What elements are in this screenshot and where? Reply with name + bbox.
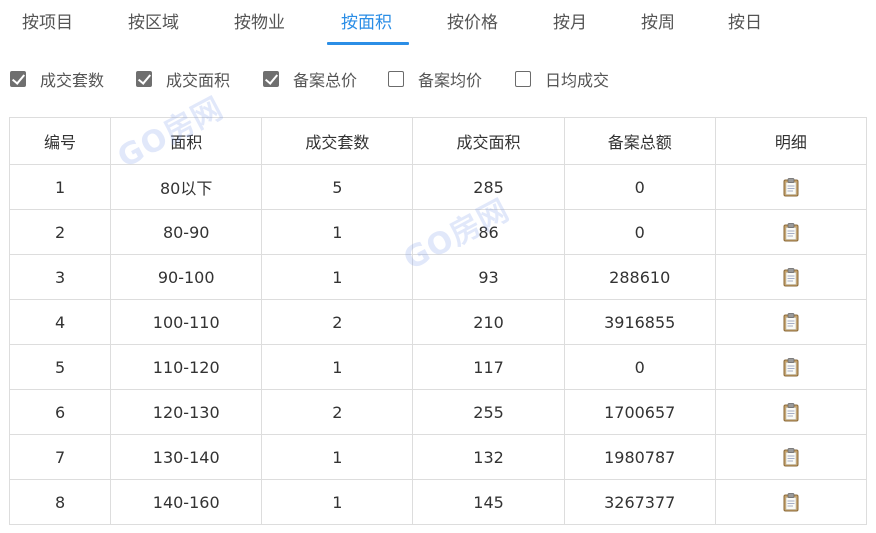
- table-row: 7 130-140 1 132 1980787: [8, 434, 868, 480]
- cell-total-amount: 1700657: [563, 389, 716, 435]
- cell-deal-area: 285: [412, 164, 565, 210]
- cell-detail: [714, 479, 868, 525]
- cell-area: 80-90: [110, 209, 263, 255]
- cell-deal-count: 2: [261, 389, 414, 435]
- filter-bar: 成交套数 成交面积 备案总价 备案均价 日均成交: [0, 64, 876, 94]
- cell-total-amount: 0: [563, 344, 716, 390]
- cell-area: 90-100: [110, 254, 263, 300]
- tab-by-property[interactable]: 按物业: [234, 10, 285, 44]
- active-tab-indicator: [327, 42, 409, 45]
- cell-total-amount: 1980787: [563, 434, 716, 480]
- filter-label: 成交面积: [166, 71, 231, 90]
- cell-id: 5: [8, 344, 112, 390]
- clipboard-icon[interactable]: [781, 447, 801, 467]
- cell-area: 130-140: [110, 434, 263, 480]
- cell-area: 110-120: [110, 344, 263, 390]
- cell-area: 140-160: [110, 479, 263, 525]
- cell-total-amount: 3267377: [563, 479, 716, 525]
- filter-deal-area[interactable]: 成交面积: [136, 68, 230, 90]
- cell-deal-area: 255: [412, 389, 565, 435]
- cell-id: 4: [8, 299, 112, 345]
- tab-by-price[interactable]: 按价格: [447, 10, 498, 44]
- cell-id: 1: [8, 164, 112, 210]
- cell-detail: [714, 344, 868, 390]
- clipboard-icon[interactable]: [781, 357, 801, 377]
- tab-by-month[interactable]: 按月: [553, 10, 587, 44]
- checkbox-deal-count[interactable]: [10, 71, 26, 87]
- filter-daily-avg[interactable]: 日均成交: [515, 68, 609, 90]
- cell-deal-count: 1: [261, 434, 414, 480]
- table-row: 2 80-90 1 86 0: [8, 209, 868, 255]
- table-row: 8 140-160 1 145 3267377: [8, 479, 868, 525]
- cell-detail: [714, 299, 868, 345]
- filter-label: 备案总价: [293, 71, 358, 90]
- cell-detail: [714, 434, 868, 480]
- cell-deal-area: 210: [412, 299, 565, 345]
- filter-label: 成交套数: [40, 71, 105, 90]
- cell-deal-count: 1: [261, 209, 414, 255]
- cell-id: 8: [8, 479, 112, 525]
- checkbox-total-price[interactable]: [263, 71, 279, 87]
- cell-deal-area: 117: [412, 344, 565, 390]
- cell-area: 100-110: [110, 299, 263, 345]
- table-row: 4 100-110 2 210 3916855: [8, 299, 868, 345]
- cell-deal-area: 93: [412, 254, 565, 300]
- cell-detail: [714, 209, 868, 255]
- cell-deal-area: 132: [412, 434, 565, 480]
- filter-label: 日均成交: [545, 71, 610, 90]
- cell-id: 7: [8, 434, 112, 480]
- header-deal-count: 成交套数: [261, 117, 414, 165]
- cell-detail: [714, 164, 868, 210]
- cell-deal-count: 1: [261, 254, 414, 300]
- clipboard-icon[interactable]: [781, 177, 801, 197]
- checkbox-avg-price[interactable]: [388, 71, 404, 87]
- header-detail: 明细: [714, 117, 868, 165]
- header-id: 编号: [8, 117, 112, 165]
- tab-by-day[interactable]: 按日: [728, 10, 762, 44]
- stats-table: 编号 面积 成交套数 成交面积 备案总额 明细 1 80以下 5 285 0 2 80-90…: [8, 117, 868, 525]
- clipboard-icon[interactable]: [781, 222, 801, 242]
- cell-total-amount: 3916855: [563, 299, 716, 345]
- tab-by-region[interactable]: 按区域: [128, 10, 179, 44]
- table-row: 5 110-120 1 117 0: [8, 344, 868, 390]
- tab-by-project[interactable]: 按项目: [22, 10, 73, 44]
- cell-deal-count: 2: [261, 299, 414, 345]
- cell-total-amount: 0: [563, 209, 716, 255]
- clipboard-icon[interactable]: [781, 267, 801, 287]
- cell-deal-count: 5: [261, 164, 414, 210]
- cell-id: 6: [8, 389, 112, 435]
- header-total-amount: 备案总额: [563, 117, 716, 165]
- header-deal-area: 成交面积: [412, 117, 565, 165]
- tab-bar: 按项目 按区域 按物业 按面积 按价格 按月 按周 按日: [0, 0, 876, 46]
- checkbox-deal-area[interactable]: [136, 71, 152, 87]
- filter-label: 备案均价: [418, 71, 483, 90]
- cell-deal-count: 1: [261, 344, 414, 390]
- cell-id: 2: [8, 209, 112, 255]
- cell-detail: [714, 254, 868, 300]
- table-row: 6 120-130 2 255 1700657: [8, 389, 868, 435]
- cell-deal-area: 86: [412, 209, 565, 255]
- table-row: 3 90-100 1 93 288610: [8, 254, 868, 300]
- clipboard-icon[interactable]: [781, 312, 801, 332]
- cell-deal-count: 1: [261, 479, 414, 525]
- cell-total-amount: 288610: [563, 254, 716, 300]
- cell-id: 3: [8, 254, 112, 300]
- header-area: 面积: [110, 117, 263, 165]
- cell-detail: [714, 389, 868, 435]
- checkbox-daily-avg[interactable]: [515, 71, 531, 87]
- cell-area: 120-130: [110, 389, 263, 435]
- filter-avg-price[interactable]: 备案均价: [388, 68, 482, 90]
- clipboard-icon[interactable]: [781, 492, 801, 512]
- table-body: 1 80以下 5 285 0 2 80-90 1 86 0 3 90-100 1 93 288610 4 100…: [8, 164, 868, 525]
- table-row: 1 80以下 5 285 0: [8, 164, 868, 210]
- table-header-row: 编号 面积 成交套数 成交面积 备案总额 明细: [8, 117, 868, 165]
- tab-by-area[interactable]: 按面积: [341, 10, 392, 44]
- clipboard-icon[interactable]: [781, 402, 801, 422]
- filter-deal-count[interactable]: 成交套数: [10, 68, 104, 90]
- cell-total-amount: 0: [563, 164, 716, 210]
- tab-by-week[interactable]: 按周: [641, 10, 675, 44]
- cell-area: 80以下: [110, 164, 263, 210]
- filter-total-price[interactable]: 备案总价: [263, 68, 357, 90]
- cell-deal-area: 145: [412, 479, 565, 525]
